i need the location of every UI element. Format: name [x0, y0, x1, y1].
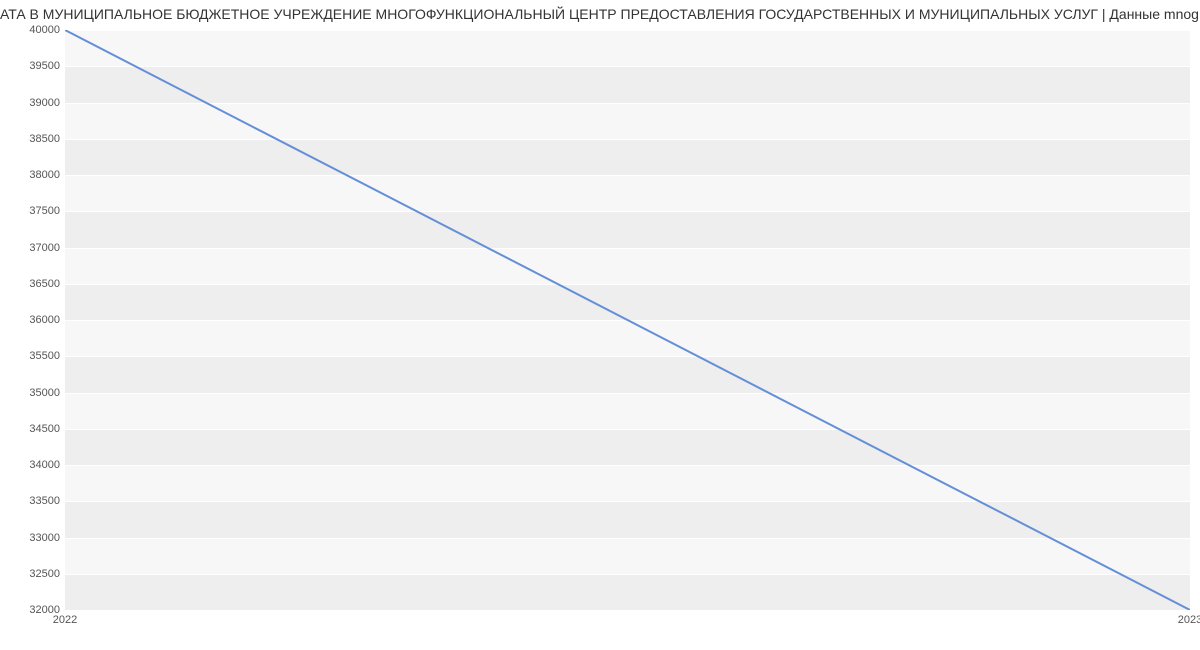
- y-tick-label: 36500: [10, 278, 60, 290]
- y-tick-label: 35000: [10, 387, 60, 399]
- chart-title: АТА В МУНИЦИПАЛЬНОЕ БЮДЖЕТНОЕ УЧРЕЖДЕНИЕ…: [0, 6, 1200, 22]
- plot-area: [65, 30, 1190, 610]
- y-tick-label: 34000: [10, 459, 60, 471]
- y-tick-label: 33000: [10, 532, 60, 544]
- x-tick-label: 2023: [1178, 614, 1200, 626]
- y-tick-label: 32500: [10, 568, 60, 580]
- y-tick-label: 37000: [10, 242, 60, 254]
- x-tick-label: 2022: [53, 614, 77, 626]
- line-series: [65, 30, 1190, 610]
- gridline: [65, 610, 1190, 611]
- y-tick-label: 38000: [10, 169, 60, 181]
- y-tick-label: 33500: [10, 495, 60, 507]
- y-tick-label: 37500: [10, 205, 60, 217]
- y-tick-label: 39000: [10, 97, 60, 109]
- y-tick-label: 38500: [10, 133, 60, 145]
- y-tick-label: 36000: [10, 314, 60, 326]
- y-tick-label: 39500: [10, 60, 60, 72]
- y-tick-label: 34500: [10, 423, 60, 435]
- y-tick-label: 35500: [10, 350, 60, 362]
- chart-container: АТА В МУНИЦИПАЛЬНОЕ БЮДЖЕТНОЕ УЧРЕЖДЕНИЕ…: [0, 0, 1200, 650]
- y-tick-label: 40000: [10, 24, 60, 36]
